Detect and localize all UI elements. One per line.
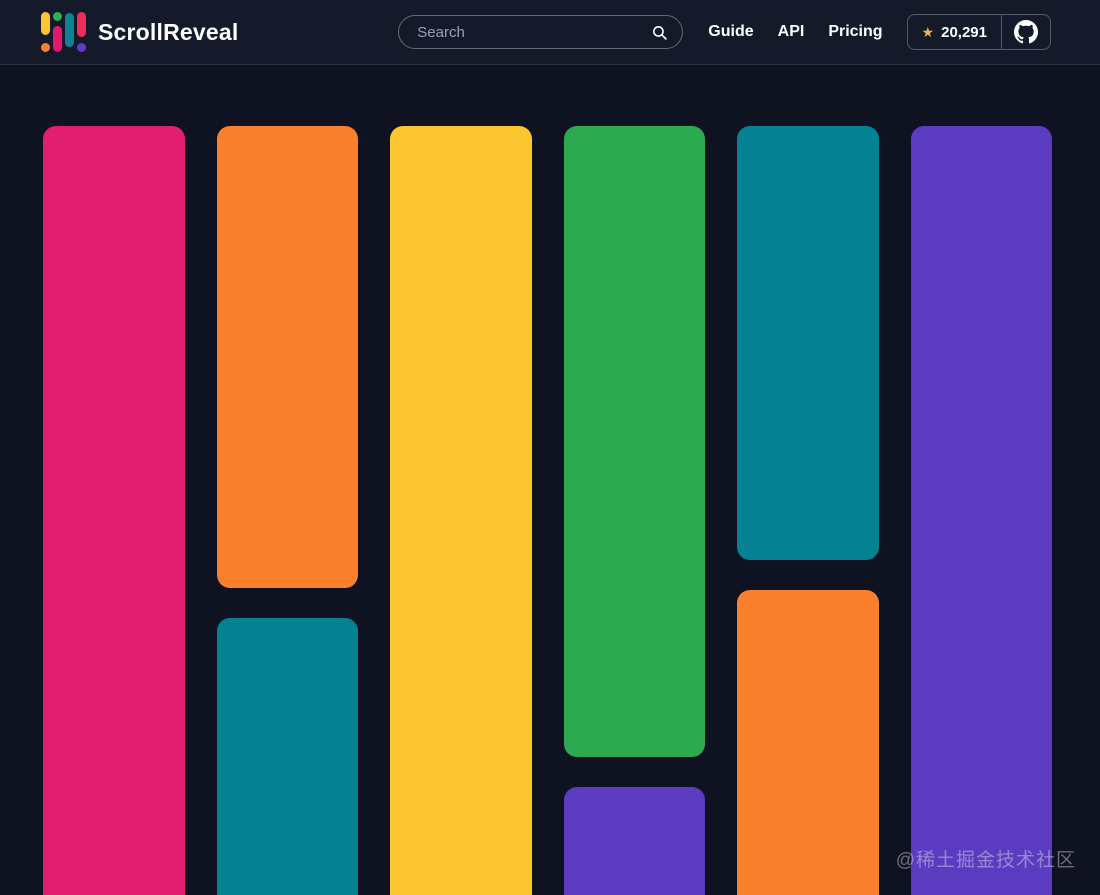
logo-dot — [41, 43, 50, 52]
color-block — [216, 618, 358, 895]
github-icon[interactable] — [1001, 15, 1050, 49]
github-star-count-section[interactable]: ★ 20,291 — [908, 15, 1001, 49]
scrollreveal-logo-icon — [41, 12, 86, 52]
nav-api[interactable]: API — [778, 23, 805, 41]
color-block — [216, 126, 358, 588]
github-star-button[interactable]: ★ 20,291 — [906, 14, 1051, 50]
brand[interactable]: ScrollReveal — [41, 12, 238, 52]
logo-bar-column — [77, 12, 86, 52]
search-input[interactable] — [417, 23, 652, 41]
grid-column — [910, 126, 1052, 895]
logo-dot — [77, 43, 86, 52]
nav-guide[interactable]: Guide — [708, 23, 753, 41]
main-nav: Guide API Pricing — [708, 23, 882, 41]
color-block — [910, 126, 1052, 895]
search-icon[interactable] — [651, 24, 668, 41]
grid-column — [390, 126, 532, 895]
color-block — [563, 126, 705, 757]
color-block — [737, 126, 879, 560]
header: ScrollReveal Guide API Pricing ★ 20,291 — [0, 0, 1100, 65]
logo-bar-column — [53, 12, 62, 52]
search-box — [398, 15, 684, 49]
grid-column — [43, 126, 185, 895]
grid-column — [737, 126, 879, 895]
logo-bar — [41, 12, 50, 35]
logo-bar-column — [65, 12, 74, 52]
color-block — [737, 590, 879, 895]
brand-title: ScrollReveal — [98, 18, 239, 45]
color-block — [563, 787, 705, 895]
logo-dot — [53, 12, 62, 21]
logo-bar-column — [41, 12, 50, 52]
nav-pricing[interactable]: Pricing — [828, 23, 882, 41]
star-count: 20,291 — [941, 23, 987, 41]
star-icon: ★ — [921, 24, 935, 40]
logo-bar — [53, 26, 62, 52]
logo-bar — [77, 12, 86, 37]
grid-column — [563, 126, 705, 895]
masonry-grid — [0, 65, 1100, 895]
color-block — [43, 126, 185, 895]
logo-bar — [65, 13, 74, 47]
grid-column — [216, 126, 358, 895]
color-block — [390, 126, 532, 895]
